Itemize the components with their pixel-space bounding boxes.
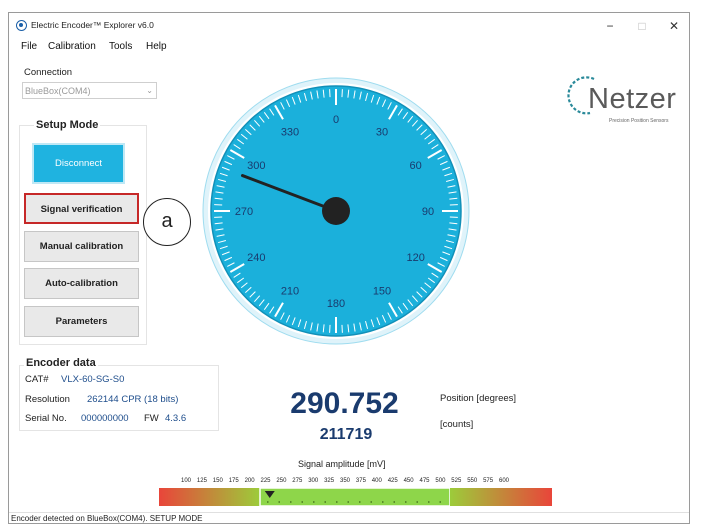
menu-bar: File Calibration Tools Help <box>9 40 689 56</box>
signal-bar-marker <box>290 501 292 503</box>
gauge-label: 240 <box>247 252 265 264</box>
title-bar: Electric Encoder™ Explorer v6.0 − □ ✕ <box>9 13 689 39</box>
signal-scale-tick: 125 <box>197 478 207 484</box>
gauge-label: 120 <box>406 252 424 264</box>
menu-help[interactable]: Help <box>146 41 167 52</box>
gauge-label: 300 <box>247 160 265 172</box>
disconnect-button[interactable]: Disconnect <box>32 143 125 184</box>
position-gauge: 0 30 60 90 120 150 180 210 240 270 300 330 <box>201 76 471 346</box>
logo-name: Netzer <box>588 83 676 116</box>
gauge-label: 210 <box>281 286 299 298</box>
signal-scale-tick: 550 <box>467 478 477 484</box>
fw-value: 4.3.6 <box>165 413 186 424</box>
menu-calibration[interactable]: Calibration <box>48 41 96 52</box>
signal-high-zone <box>450 488 552 506</box>
menu-file[interactable]: File <box>21 41 37 52</box>
signal-scale-tick: 475 <box>420 478 430 484</box>
gauge-label: 0 <box>333 114 339 126</box>
counts-readout: 211719 <box>314 426 378 444</box>
signal-scale-tick: 300 <box>308 478 318 484</box>
signal-scale-tick: 450 <box>404 478 414 484</box>
signal-bar-marker <box>267 501 269 503</box>
chevron-down-icon: ⌄ <box>146 86 153 95</box>
serial-value: 000000000 <box>81 413 129 424</box>
gauge-label: 330 <box>281 126 299 138</box>
signal-scale-tick: 250 <box>276 478 286 484</box>
signal-verification-button[interactable]: Signal verification <box>24 193 139 224</box>
signal-scale-tick: 100 <box>181 478 191 484</box>
signal-bar-marker <box>382 501 384 503</box>
signal-bar-marker <box>359 501 361 503</box>
gauge-label: 30 <box>376 126 388 138</box>
gauge-hub <box>322 197 350 225</box>
signal-bar-marker <box>313 501 315 503</box>
signal-bar-marker <box>336 501 338 503</box>
gauge-label: 180 <box>327 298 345 310</box>
signal-bar-marker <box>279 501 281 503</box>
status-text: Encoder detected on BlueBox(COM4). SETUP… <box>11 514 203 523</box>
signal-bar-marker <box>405 501 407 503</box>
status-bar: Encoder detected on BlueBox(COM4). SETUP… <box>9 512 689 526</box>
minimize-button[interactable]: − <box>595 17 625 35</box>
signal-scale-tick: 400 <box>372 478 382 484</box>
signal-good-zone <box>260 488 450 506</box>
signal-scale-tick: 350 <box>340 478 350 484</box>
manual-calibration-button[interactable]: Manual calibration <box>24 231 139 262</box>
position-readout: 290.752 <box>286 387 403 421</box>
netzer-logo: Netzer Precision Position Sensors <box>560 73 690 128</box>
counts-unit-label: [counts] <box>440 419 473 430</box>
auto-calibration-button[interactable]: Auto-calibration <box>24 268 139 299</box>
encoder-data-title: Encoder data <box>24 357 98 369</box>
menu-tools[interactable]: Tools <box>109 41 132 52</box>
connection-label: Connection <box>24 67 72 78</box>
annotation-callout: a <box>143 198 191 246</box>
signal-scale-tick: 175 <box>229 478 239 484</box>
signal-low-zone <box>159 488 260 506</box>
maximize-button[interactable]: □ <box>627 17 657 35</box>
signal-bar-marker <box>394 501 396 503</box>
parameters-button[interactable]: Parameters <box>24 306 139 337</box>
signal-scale-tick: 150 <box>213 478 223 484</box>
signal-scale-tick: 425 <box>388 478 398 484</box>
signal-scale-tick: 225 <box>261 478 271 484</box>
signal-scale-tick: 600 <box>499 478 509 484</box>
signal-bar-marker <box>371 501 373 503</box>
signal-scale-tick: 325 <box>324 478 334 484</box>
window-title: Electric Encoder™ Explorer v6.0 <box>31 20 154 30</box>
signal-scale-tick: 200 <box>245 478 255 484</box>
connection-value: BlueBox(COM4) <box>25 86 91 96</box>
gauge-label: 60 <box>410 160 422 172</box>
signal-bar-marker <box>325 501 327 503</box>
gauge-label: 150 <box>373 286 391 298</box>
signal-bar-marker <box>302 501 304 503</box>
gauge-label: 90 <box>422 206 434 218</box>
signal-amplitude-bar <box>159 488 552 506</box>
signal-scale-tick: 575 <box>483 478 493 484</box>
serial-label: Serial No. <box>25 413 67 424</box>
cat-value: VLX-60-SG-S0 <box>61 374 124 385</box>
signal-scale-tick: 525 <box>451 478 461 484</box>
connection-select[interactable]: BlueBox(COM4) ⌄ <box>22 82 157 99</box>
signal-bar-marker <box>440 501 442 503</box>
signal-bar-marker <box>417 501 419 503</box>
gauge-label: 270 <box>235 206 253 218</box>
close-button[interactable]: ✕ <box>659 17 689 35</box>
cat-label: CAT# <box>25 374 49 385</box>
resolution-value: 262144 CPR (18 bits) <box>87 394 178 405</box>
signal-bar-marker <box>428 501 430 503</box>
signal-bar-marker <box>348 501 350 503</box>
logo-tagline: Precision Position Sensors <box>609 118 668 124</box>
signal-scale-tick: 500 <box>435 478 445 484</box>
app-icon <box>16 20 27 31</box>
position-unit-label: Position [degrees] <box>440 393 516 404</box>
setup-mode-title: Setup Mode <box>34 119 100 131</box>
signal-amplitude-title: Signal amplitude [mV] <box>298 459 386 469</box>
app-window: Electric Encoder™ Explorer v6.0 − □ ✕ Fi… <box>8 12 690 524</box>
signal-scale-tick: 275 <box>292 478 302 484</box>
fw-label: FW <box>144 413 159 424</box>
resolution-label: Resolution <box>25 394 70 405</box>
signal-scale-tick: 375 <box>356 478 366 484</box>
